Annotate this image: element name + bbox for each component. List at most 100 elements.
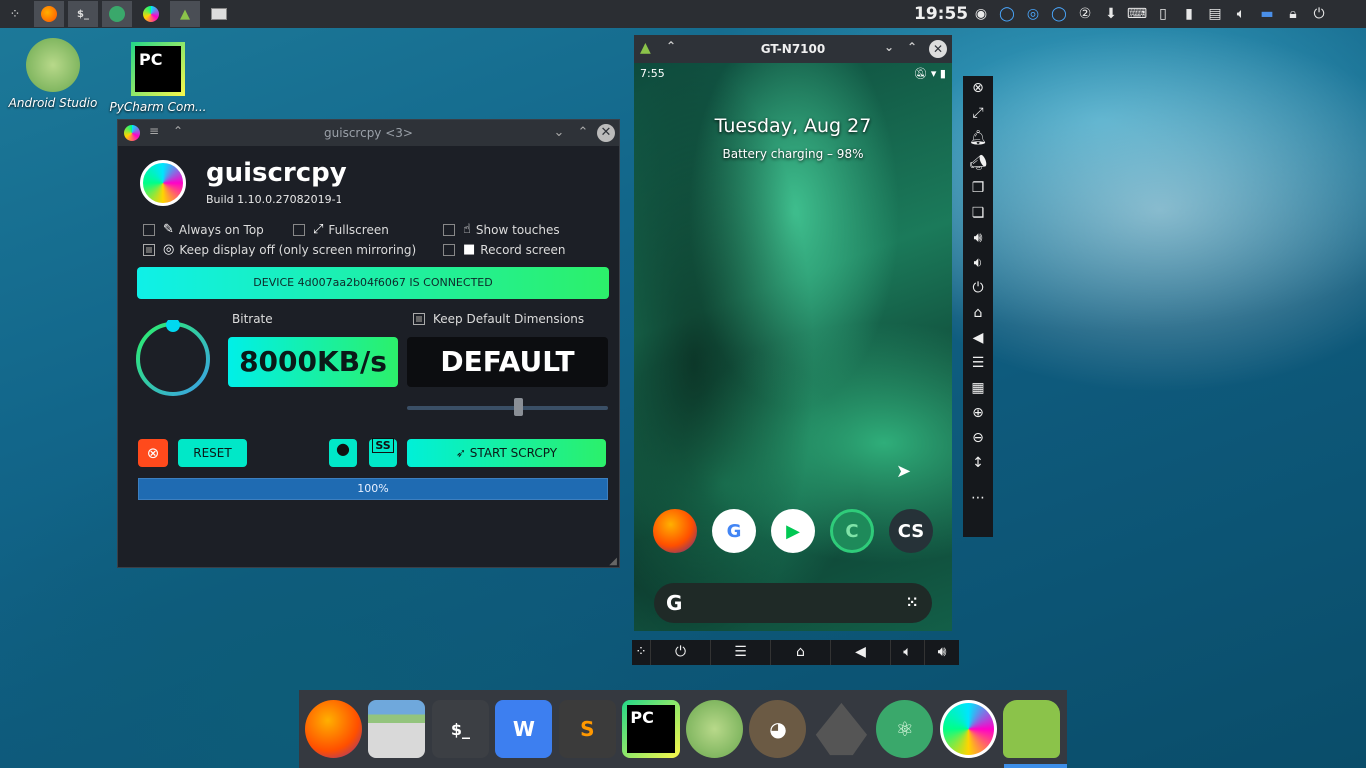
- download-icon[interactable]: ⬇: [1100, 3, 1122, 25]
- menu-icon[interactable]: ☰: [711, 640, 771, 665]
- volume-down-icon[interactable]: 🔉︎: [963, 251, 993, 276]
- phone-icon[interactable]: ▯: [1152, 3, 1174, 25]
- checkbox-box[interactable]: [443, 223, 455, 236]
- start-scrcpy-button[interactable]: ➶ START SCRCPY: [407, 439, 606, 467]
- dock-terminal-icon[interactable]: $_: [431, 700, 489, 758]
- zoom-out-icon[interactable]: ⊖: [963, 426, 993, 451]
- ring-icon[interactable]: ◎: [1022, 3, 1044, 25]
- eye-icon[interactable]: ◉: [970, 3, 992, 25]
- badge-icon[interactable]: ②: [1074, 3, 1096, 25]
- cs-app-icon[interactable]: CS: [889, 509, 933, 553]
- scrcpy-bottom-toolbar: ⁘ ⏻ ☰ ⌂ ◀ 🔈︎ 🔊︎: [632, 640, 959, 665]
- drag-handle-icon[interactable]: ⁘: [632, 640, 651, 665]
- home-icon[interactable]: ⌂: [771, 640, 831, 665]
- device-screen[interactable]: 7:55 🔕︎ ▾ ▮ Tuesday, Aug 27 Battery char…: [634, 63, 952, 631]
- copy-icon[interactable]: ❐: [963, 176, 993, 201]
- firefox-app-icon[interactable]: [653, 509, 697, 553]
- checkbox-box[interactable]: [293, 223, 305, 236]
- minimize-icon[interactable]: ⌄: [884, 40, 894, 54]
- power-icon[interactable]: ⏻: [651, 640, 711, 665]
- dock-files-icon[interactable]: [368, 700, 426, 758]
- paste-icon[interactable]: ❏: [963, 201, 993, 226]
- dock-firefox-icon[interactable]: [305, 700, 362, 758]
- home-icon[interactable]: ⌂: [963, 301, 993, 326]
- dock-atom-icon[interactable]: ⚛: [876, 700, 934, 758]
- show-touches-checkbox[interactable]: ☝ Show touches: [443, 222, 560, 237]
- taskbar-android-icon[interactable]: ▲: [170, 1, 200, 27]
- google-app-icon[interactable]: G: [712, 509, 756, 553]
- dock-guiscrcpy-icon[interactable]: [939, 700, 997, 758]
- fullscreen-checkbox[interactable]: ⤢ Fullscreen: [293, 222, 389, 237]
- github-button[interactable]: ●: [329, 439, 357, 467]
- zoom-in-icon[interactable]: ⊕: [963, 401, 993, 426]
- resize-vertical-icon[interactable]: ↕: [963, 451, 993, 476]
- bell-icon[interactable]: 🔔︎: [963, 126, 993, 151]
- dock-inkscape-icon[interactable]: [815, 702, 868, 756]
- taskbar-window-icon[interactable]: [204, 1, 234, 27]
- volume-icon[interactable]: 🔈︎: [1230, 3, 1252, 25]
- screenshot-button[interactable]: SS: [369, 438, 397, 467]
- back-icon[interactable]: ◀: [831, 640, 891, 665]
- checkbox-box[interactable]: [143, 223, 155, 236]
- play-store-app-icon[interactable]: ▶: [771, 509, 815, 553]
- checkbox-label: Keep display off (only screen mirroring): [179, 242, 417, 257]
- more-icon[interactable]: ⋯: [963, 486, 993, 511]
- record-screen-checkbox[interactable]: ■ Record screen: [443, 242, 565, 257]
- keyboard-icon[interactable]: ⌨: [1126, 3, 1148, 25]
- bitrate-dial[interactable]: [134, 320, 212, 398]
- taskbar-atom-icon[interactable]: [102, 1, 132, 27]
- volume-up-icon[interactable]: 🔊︎: [925, 640, 959, 665]
- desktop-icon-pycharm[interactable]: PC PyCharm Com...: [108, 42, 208, 114]
- keep-default-dimensions-checkbox[interactable]: Keep Default Dimensions: [413, 312, 584, 326]
- dock-android-studio-icon[interactable]: [686, 700, 743, 758]
- mirror-titlebar[interactable]: ▲ ⌃ GT-N7100 ⌄ ⌃ ✕: [634, 35, 952, 63]
- dock-pycharm-icon[interactable]: PC: [622, 700, 680, 758]
- menu-icon[interactable]: ☰: [963, 351, 993, 376]
- clock[interactable]: 19:55: [914, 4, 968, 24]
- lock-icon[interactable]: 🔒︎: [1282, 3, 1304, 25]
- megaphone-icon[interactable]: 📣︎: [963, 151, 993, 176]
- reset-button[interactable]: RESET: [178, 439, 247, 467]
- dock-writer-icon[interactable]: W: [495, 700, 553, 758]
- close-icon[interactable]: ✕: [929, 40, 947, 58]
- slider-handle[interactable]: [514, 398, 523, 416]
- dock-sublime-icon[interactable]: S: [558, 700, 616, 758]
- resize-grip-icon[interactable]: ◢: [609, 556, 617, 567]
- display-icon[interactable]: ▬: [1256, 3, 1278, 25]
- expand-icon[interactable]: ⤢: [963, 101, 993, 126]
- dock-gimp-icon[interactable]: ◕: [749, 700, 807, 758]
- desktop-icon-android-studio[interactable]: Android Studio: [3, 38, 103, 110]
- app-menu-icon[interactable]: ⁘: [0, 1, 30, 27]
- volume-up-icon[interactable]: 🔊︎: [963, 226, 993, 251]
- power-icon[interactable]: ⏻: [963, 276, 993, 301]
- abort-button[interactable]: ⊗: [138, 439, 168, 467]
- taskbar-terminal-icon[interactable]: $_: [68, 1, 98, 27]
- maximize-icon[interactable]: ⌃: [907, 40, 917, 54]
- apps-grid-icon[interactable]: ▦: [963, 376, 993, 401]
- checkbox-box[interactable]: [443, 243, 455, 256]
- google-search-bar[interactable]: G ⁙: [654, 583, 932, 623]
- keep-display-off-checkbox[interactable]: ◎ Keep display off (only screen mirroring…: [143, 242, 416, 257]
- checkbox-box[interactable]: [143, 243, 155, 256]
- taskbar-guiscrcpy-icon[interactable]: [136, 1, 166, 27]
- minimize-icon[interactable]: ⌄: [550, 124, 568, 142]
- dimension-slider[interactable]: [407, 398, 608, 416]
- clipboard-icon[interactable]: ▤: [1204, 3, 1226, 25]
- dock-android-icon[interactable]: [1003, 700, 1061, 758]
- usb-icon[interactable]: ▮: [1178, 3, 1200, 25]
- close-icon[interactable]: ⊗: [963, 76, 993, 101]
- ring-icon-2[interactable]: ◯: [1048, 3, 1070, 25]
- taskbar-firefox-icon[interactable]: [34, 1, 64, 27]
- window-titlebar[interactable]: ≡ ⌃ guiscrcpy <3> ⌄ ⌃ ✕: [118, 120, 619, 146]
- circle-icon[interactable]: ◯: [996, 3, 1018, 25]
- power-icon[interactable]: ⏻: [1308, 3, 1330, 25]
- back-icon[interactable]: ◀: [963, 326, 993, 351]
- assistant-icon[interactable]: ⁙: [906, 583, 918, 623]
- maximize-icon[interactable]: ⌃: [574, 124, 592, 142]
- always-on-top-checkbox[interactable]: ✎ Always on Top: [143, 222, 264, 237]
- close-icon[interactable]: ✕: [597, 124, 615, 142]
- ccleaner-app-icon[interactable]: C: [830, 509, 874, 553]
- checkbox-box[interactable]: [413, 313, 425, 325]
- pycharm-icon: PC: [131, 42, 185, 96]
- volume-down-icon[interactable]: 🔈︎: [891, 640, 925, 665]
